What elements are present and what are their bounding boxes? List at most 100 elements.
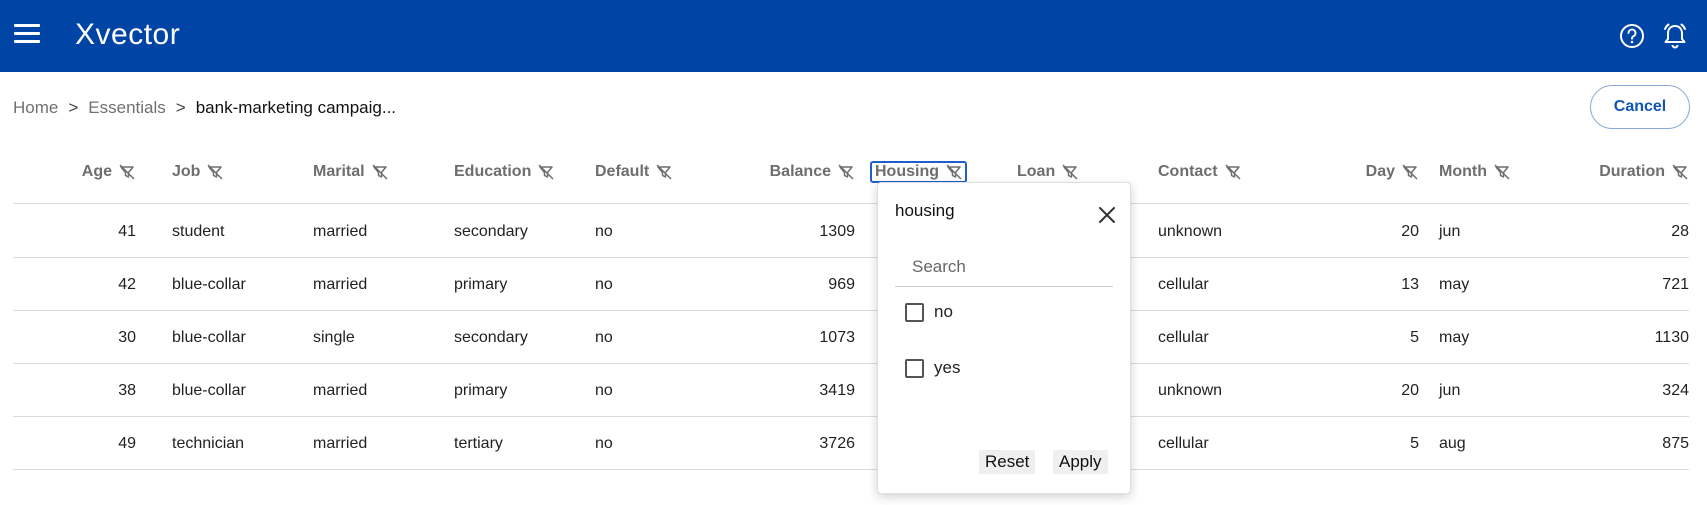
cell-age: 49 <box>118 434 136 452</box>
filter-icon[interactable] <box>206 163 224 181</box>
column-header-contact[interactable]: Contact <box>1158 152 1278 192</box>
column-header-day[interactable]: Day <box>1293 152 1419 192</box>
filter-icon[interactable] <box>371 163 389 181</box>
cell-education: primary <box>454 381 508 399</box>
cell-education: tertiary <box>454 434 503 452</box>
table-row[interactable]: 49 technician married tertiary no 3726 cellula… <box>13 417 1689 470</box>
top-app-bar: Xvector <box>0 0 1707 72</box>
column-header-label: Job <box>172 163 201 180</box>
filter-icon[interactable] <box>537 163 555 181</box>
checkbox[interactable] <box>905 358 924 378</box>
filter-option-label: no <box>934 302 953 321</box>
cell-age: 41 <box>118 222 136 240</box>
breadcrumb-home[interactable]: Home <box>13 98 58 118</box>
cancel-button[interactable]: Cancel <box>1590 85 1690 129</box>
breadcrumb: Home > Essentials > bank-marketing campa… <box>13 98 396 118</box>
cell-default: no <box>595 328 613 346</box>
column-header-month[interactable]: Month <box>1439 152 1559 192</box>
cell-day: 20 <box>1401 222 1419 240</box>
column-header-label: Housing <box>875 163 939 180</box>
cell-month: jun <box>1439 381 1461 399</box>
cell-duration: 28 <box>1671 222 1689 240</box>
reset-button[interactable]: Reset <box>979 450 1036 474</box>
cell-contact: unknown <box>1158 222 1223 240</box>
table-row[interactable]: 41 student married secondary no 1309 unknown 20… <box>13 205 1689 258</box>
checkbox[interactable] <box>905 302 924 322</box>
filter-option-label: yes <box>934 358 961 377</box>
column-header-marital[interactable]: Marital <box>313 152 433 192</box>
cell-duration: 324 <box>1662 381 1689 399</box>
cell-job: student <box>172 222 225 240</box>
cell-job: technician <box>172 434 245 452</box>
column-header-label: Age <box>81 163 112 180</box>
filter-icon[interactable] <box>1493 163 1511 181</box>
cell-day: 5 <box>1410 328 1419 346</box>
cell-age: 30 <box>118 328 136 346</box>
cell-contact: cellular <box>1158 434 1209 452</box>
cell-balance: 3419 <box>819 381 855 399</box>
cell-day: 20 <box>1401 381 1419 399</box>
filter-search-input[interactable] <box>895 247 1113 287</box>
column-header-label: Loan <box>1017 163 1056 180</box>
column-header-label: Balance <box>769 163 831 180</box>
filter-icon[interactable] <box>655 163 673 181</box>
column-header-education[interactable]: Education <box>454 152 574 192</box>
column-header-age[interactable]: Age <box>13 152 136 192</box>
help-icon[interactable] <box>1618 22 1646 50</box>
table-header: Age Job Marital Education Default Balance Hous… <box>13 152 1689 204</box>
table-row[interactable]: 38 blue-collar married primary no 3419 unknown… <box>13 364 1689 417</box>
filter-icon[interactable] <box>1224 163 1242 181</box>
filter-option-no[interactable]: no <box>905 302 953 322</box>
cell-marital: single <box>313 328 355 346</box>
cell-duration: 721 <box>1662 275 1689 293</box>
cell-day: 13 <box>1401 275 1419 293</box>
cell-contact: cellular <box>1158 328 1209 346</box>
cell-age: 38 <box>118 381 136 399</box>
column-header-label: Contact <box>1158 163 1218 180</box>
cell-month: may <box>1439 275 1470 293</box>
cell-month: jun <box>1439 222 1461 240</box>
active-filter-header[interactable]: Housing <box>870 161 967 183</box>
cell-education: secondary <box>454 328 528 346</box>
filter-icon[interactable] <box>1671 163 1689 181</box>
filter-icon[interactable] <box>945 163 963 181</box>
column-header-label: Default <box>595 163 650 180</box>
breadcrumb-essentials[interactable]: Essentials <box>88 98 165 118</box>
column-header-label: Day <box>1365 163 1395 180</box>
cell-marital: married <box>313 222 368 240</box>
cell-age: 42 <box>118 275 136 293</box>
app-logo[interactable]: Xvector <box>75 18 180 52</box>
filter-popup-title: housing <box>895 201 955 220</box>
column-header-job[interactable]: Job <box>172 152 292 192</box>
cell-default: no <box>595 275 613 293</box>
cell-marital: married <box>313 275 368 293</box>
filter-icon[interactable] <box>118 163 136 181</box>
filter-icon[interactable] <box>837 163 855 181</box>
cell-day: 5 <box>1410 434 1419 452</box>
menu-icon[interactable] <box>14 24 40 48</box>
cell-default: no <box>595 434 613 452</box>
cell-month: may <box>1439 328 1470 346</box>
cell-balance: 1073 <box>819 328 855 346</box>
filter-icon[interactable] <box>1061 163 1079 181</box>
column-header-default[interactable]: Default <box>595 152 715 192</box>
filter-option-yes[interactable]: yes <box>905 358 960 378</box>
close-icon[interactable] <box>1097 205 1117 225</box>
column-header-balance[interactable]: Balance <box>713 152 855 192</box>
cell-default: no <box>595 222 613 240</box>
cell-balance: 1309 <box>819 222 855 240</box>
table-row[interactable]: 30 blue-collar single secondary no 1073 cellul… <box>13 311 1689 364</box>
cell-month: aug <box>1439 434 1466 452</box>
bell-icon[interactable] <box>1660 21 1690 51</box>
cell-contact: cellular <box>1158 275 1209 293</box>
cell-balance: 969 <box>828 275 855 293</box>
column-header-duration[interactable]: Duration <box>1553 152 1689 192</box>
cell-education: secondary <box>454 222 528 240</box>
column-header-label: Month <box>1439 163 1487 180</box>
filter-icon[interactable] <box>1401 163 1419 181</box>
column-header-label: Education <box>454 163 532 180</box>
table-row[interactable]: 42 blue-collar married primary no 969 cellular… <box>13 258 1689 311</box>
apply-button[interactable]: Apply <box>1053 450 1108 474</box>
cell-marital: married <box>313 381 368 399</box>
breadcrumb-current: bank-marketing campaig... <box>195 98 397 117</box>
